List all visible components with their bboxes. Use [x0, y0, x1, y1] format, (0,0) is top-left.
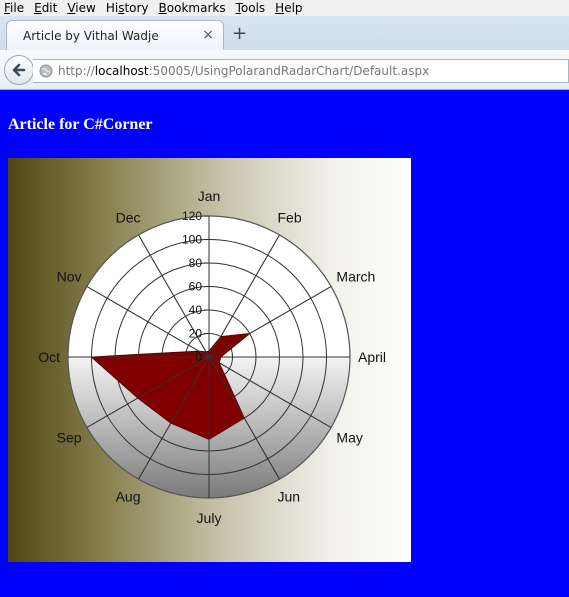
tab-article[interactable]: Article by Vithal Wadje × [6, 20, 224, 50]
menu-tools[interactable]: Tools [236, 1, 266, 15]
category-label: Feb [278, 210, 302, 226]
radar-chart: 0 20 40 60 80 100 120 Jan Feb March April May Jun Jul… [8, 158, 411, 562]
radial-tick-label: 60 [189, 280, 203, 294]
category-label: July [197, 510, 222, 526]
menu-file[interactable]: File [4, 1, 24, 15]
new-tab-button[interactable]: + [232, 24, 247, 44]
back-arrow-icon [12, 63, 26, 77]
category-label: Nov [57, 269, 82, 285]
menu-view[interactable]: View [67, 1, 95, 15]
menu-bar: File Edit View History Bookmarks Tools H… [0, 0, 569, 16]
radial-tick-label: 100 [182, 233, 202, 247]
menu-edit[interactable]: Edit [34, 1, 57, 15]
page-title: Article for C#Corner [8, 116, 153, 133]
navigation-bar: http://localhost:50005/UsingPolarandRada… [0, 50, 569, 90]
tab-title: Article by Vithal Wadje [23, 28, 159, 43]
menu-bookmarks[interactable]: Bookmarks [159, 1, 226, 15]
category-label: Oct [38, 349, 60, 365]
menu-history[interactable]: History [106, 1, 149, 15]
url-host: localhost [94, 64, 149, 78]
category-label: Jan [198, 188, 221, 204]
radial-tick-label: 40 [189, 303, 203, 317]
category-label: Jun [278, 488, 301, 504]
category-label: Sep [57, 430, 82, 446]
tab-strip: Article by Vithal Wadje × + [0, 16, 569, 50]
back-button[interactable] [4, 55, 34, 85]
radial-tick-label: 120 [182, 209, 202, 223]
category-label: May [336, 430, 362, 446]
url-input[interactable]: http://localhost:50005/UsingPolarandRada… [33, 59, 569, 83]
close-icon[interactable]: × [202, 27, 214, 43]
radial-tick-label: 80 [189, 256, 203, 270]
globe-icon [39, 64, 53, 78]
url-scheme: http:// [58, 64, 95, 78]
radial-tick-label: 20 [189, 327, 203, 341]
category-label: April [358, 349, 386, 365]
radar-chart-svg: 0 20 40 60 80 100 120 Jan Feb March April May Jun Jul… [38, 188, 386, 526]
menu-help[interactable]: Help [275, 1, 302, 15]
category-label: Dec [116, 210, 141, 226]
radial-tick-label: 0 [195, 350, 202, 364]
category-label: Aug [116, 488, 141, 504]
category-label: March [336, 269, 375, 285]
url-path: :50005/UsingPolarandRadarChart/Default.a… [148, 64, 430, 78]
